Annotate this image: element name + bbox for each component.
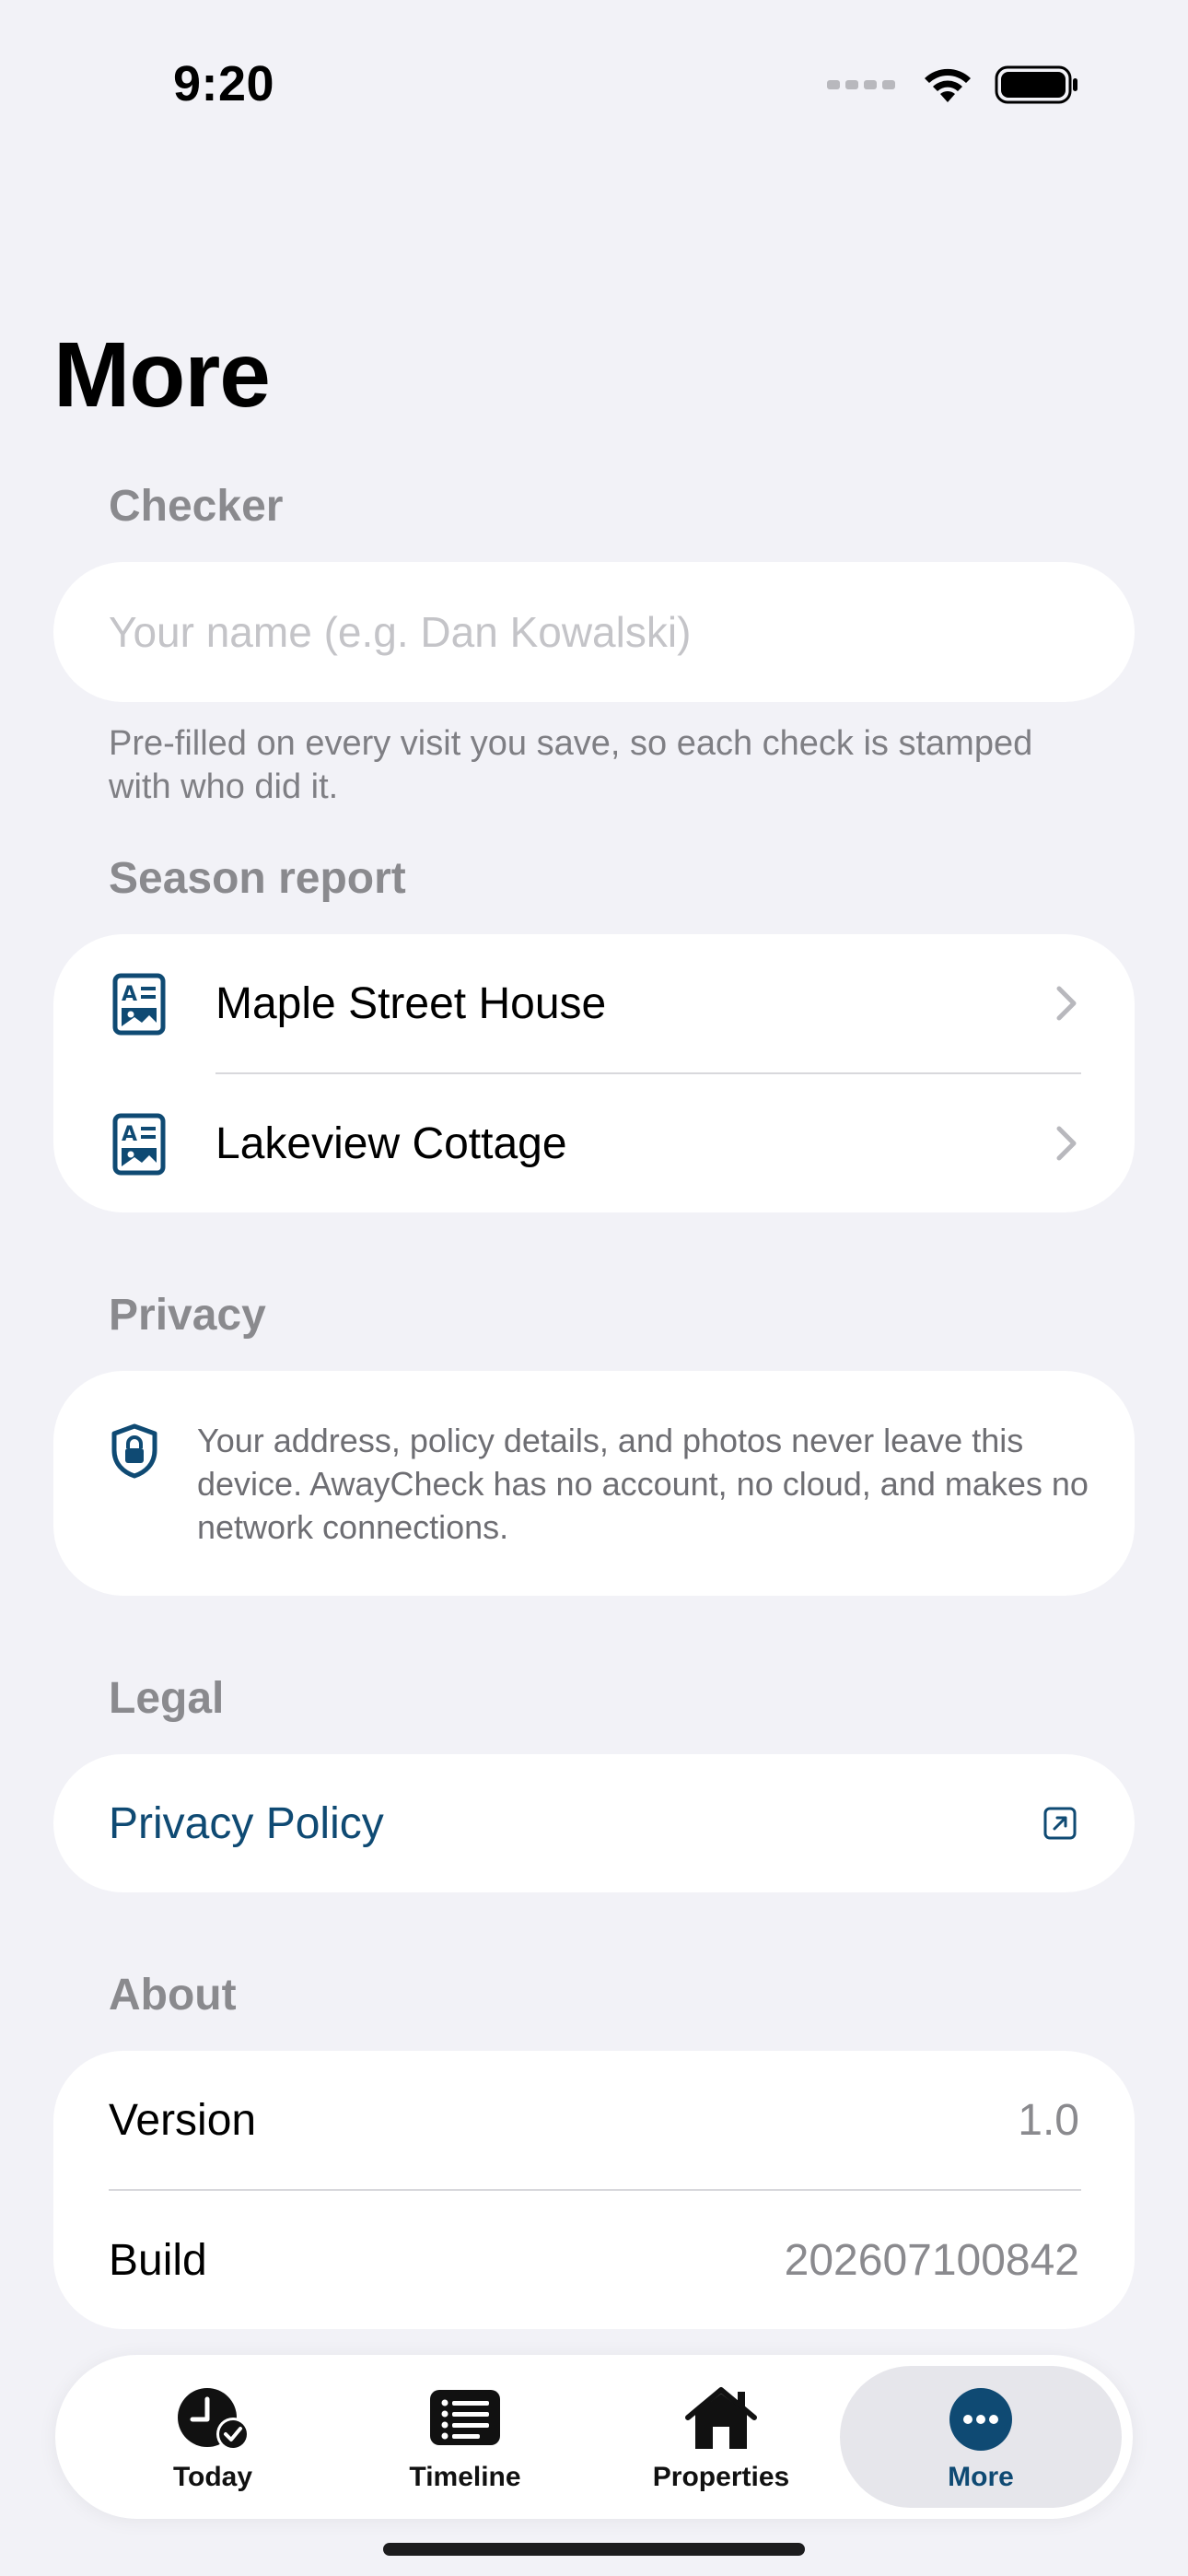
season-report-item-maple-street-house[interactable]: A Maple Street House [53,934,1135,1072]
tab-label: More [948,2462,1014,2492]
svg-text:A: A [122,1123,137,1146]
checker-name-input[interactable] [53,562,1135,702]
season-report-item-lakeview-cottage[interactable]: A Lakeview Cottage [53,1074,1135,1212]
legal-card: Privacy Policy [53,1754,1135,1892]
checker-section-header: Checker [109,482,284,531]
tab-label: Today [172,2462,253,2492]
legal-section-header: Legal [109,1674,225,1723]
cellular-signal-icon [827,80,895,89]
battery-icon [995,65,1077,104]
about-card: Version 1.0 Build 202607100842 [53,2051,1135,2329]
tab-bar: Today Timeline Properties More [55,2355,1133,2519]
version-value: 1.0 [1018,2095,1079,2145]
privacy-card: Your address, policy details, and photos… [53,1371,1135,1596]
tab-label: Properties [652,2462,790,2492]
build-label: Build [109,2235,207,2285]
report-card-icon: A [112,1113,166,1176]
external-link-icon [1043,1807,1077,1840]
ellipsis-circle-icon [949,2388,1012,2451]
checker-footnote: Pre-filled on every visit you save, so e… [109,724,1033,806]
more-screen: 9:20 More Checker Pre-filled on every vi… [0,0,1188,2576]
tab-label: Timeline [409,2462,521,2492]
chevron-right-icon [1056,1126,1077,1161]
report-card-icon: A [112,973,166,1036]
home-indicator[interactable] [383,2543,805,2556]
list-icon [430,2390,500,2445]
season-report-section-header: Season report [109,854,406,903]
shield-lock-icon [111,1423,157,1479]
privacy-text: Your address, policy details, and photos… [197,1422,1089,1546]
privacy-policy-link[interactable]: Privacy Policy [53,1754,1135,1892]
tab-timeline[interactable]: Timeline [344,2366,586,2508]
wifi-icon [925,68,971,102]
chevron-right-icon [1056,986,1077,1021]
privacy-policy-label: Privacy Policy [109,1798,384,1848]
build-value: 202607100842 [784,2235,1079,2285]
season-report-item-label: Lakeview Cottage [215,1118,567,1168]
version-row: Version 1.0 [53,2051,1135,2189]
checker-name-card [53,562,1135,702]
build-row: Build 202607100842 [53,2191,1135,2329]
about-section-header: About [109,1971,237,2020]
season-report-card: A Maple Street House A Lakeview Cottage [53,934,1135,1212]
page-title: More [53,323,271,427]
tab-properties[interactable]: Properties [600,2366,842,2508]
tab-today[interactable]: Today [92,2366,333,2508]
house-icon [685,2387,757,2449]
privacy-section-header: Privacy [109,1291,266,1340]
status-time: 9:20 [173,56,275,111]
season-report-item-label: Maple Street House [215,978,607,1028]
svg-text:A: A [122,983,137,1006]
tab-more[interactable]: More [840,2366,1122,2508]
version-label: Version [109,2095,257,2145]
clock-check-icon [178,2388,250,2451]
status-icons [827,64,1079,105]
